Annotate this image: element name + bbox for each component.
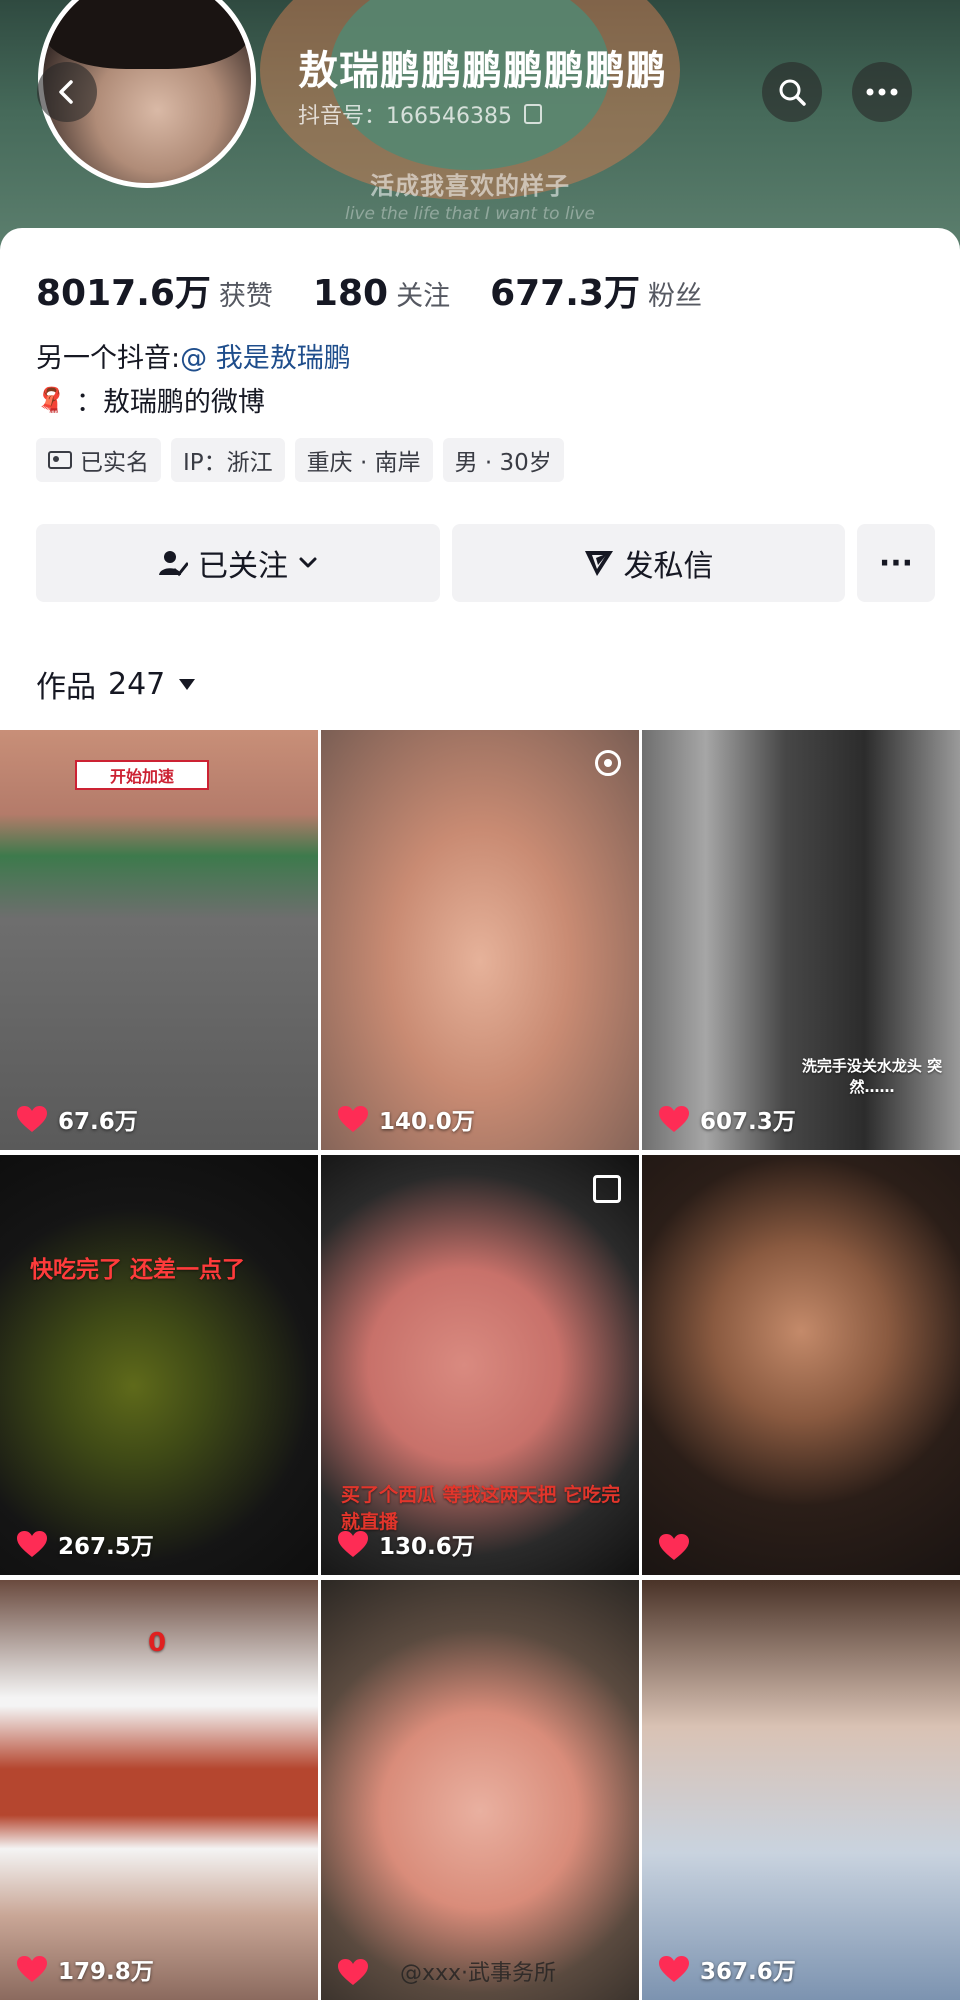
heart-icon bbox=[659, 1534, 689, 1560]
live-photo-icon bbox=[595, 750, 621, 776]
tag-ip: IP：浙江 bbox=[171, 438, 285, 482]
like-count: 67.6万 bbox=[16, 1102, 138, 1136]
stat-likes[interactable]: 8017.6万 获赞 bbox=[36, 264, 273, 316]
douyin-id-text: 抖音号：166546385 bbox=[298, 104, 512, 129]
video-thumbnail[interactable] bbox=[321, 1580, 639, 2000]
bio-line-2: 🧣 ：敖瑞鹏的微博 bbox=[36, 380, 265, 419]
stat-label: 获赞 bbox=[218, 281, 273, 312]
bio-prefix: 另一个抖音: bbox=[36, 343, 181, 374]
followed-label: 已关注 bbox=[198, 549, 288, 584]
scarf-icon: 🧣 bbox=[36, 385, 66, 414]
profile-cover: 活成我喜欢的样子 live the life that I want to li… bbox=[0, 0, 960, 250]
profile-tags: 已实名 IP：浙江 重庆 · 南岸 男 · 30岁 bbox=[36, 438, 564, 482]
chevron-down-icon bbox=[299, 557, 317, 568]
like-count: 367.6万 bbox=[658, 1952, 796, 1986]
id-card-icon bbox=[48, 451, 72, 469]
tag-label: 重庆 · 南岸 bbox=[306, 450, 421, 476]
like-value: 179.8万 bbox=[58, 1959, 154, 1985]
heart-icon bbox=[659, 1956, 689, 1982]
back-button[interactable] bbox=[37, 62, 97, 122]
message-label: 发私信 bbox=[623, 549, 714, 584]
video-thumbnail[interactable]: 0 179.8万 bbox=[0, 1580, 318, 2000]
stat-value: 677.3万 bbox=[490, 273, 640, 314]
heart-icon bbox=[17, 1106, 47, 1132]
video-overlay-text: 开始加速 bbox=[75, 760, 209, 790]
video-overlay-text: 买了个西瓜 等我这两天把 它吃完就直播 bbox=[341, 1484, 621, 1533]
like-count: 140.0万 bbox=[337, 1102, 475, 1136]
ellipsis-icon bbox=[866, 88, 898, 96]
video-overlay-text: 洗完手没关水龙头 突然…… bbox=[801, 1057, 943, 1096]
like-count: 267.5万 bbox=[16, 1527, 154, 1561]
stat-followers[interactable]: 677.3万 粉丝 bbox=[490, 264, 702, 316]
mention-link[interactable]: @ 我是敖瑞鹏 bbox=[180, 343, 351, 374]
bio-weibo-text: ：敖瑞鹏的微博 bbox=[75, 387, 265, 418]
tag-label: 已实名 bbox=[80, 450, 149, 476]
search-icon bbox=[779, 79, 806, 106]
copy-icon[interactable] bbox=[523, 104, 542, 124]
works-count: 247 bbox=[108, 666, 166, 702]
stat-label: 粉丝 bbox=[647, 281, 702, 312]
stat-label: 关注 bbox=[396, 281, 451, 312]
tag-label: 男 · 30岁 bbox=[454, 450, 552, 476]
send-icon bbox=[584, 551, 613, 576]
like-value: 67.6万 bbox=[58, 1109, 138, 1135]
works-label: 作品 bbox=[36, 670, 96, 705]
heart-icon bbox=[338, 1531, 368, 1557]
like-count: 607.3万 bbox=[658, 1102, 796, 1136]
like-value: 367.6万 bbox=[700, 1959, 796, 1985]
watermark: @xxx·武事务所 bbox=[400, 1961, 557, 1986]
caret-down-icon bbox=[179, 678, 196, 690]
search-button[interactable] bbox=[762, 62, 822, 122]
video-grid: 开始加速 67.6万 140.0万 洗完手没关水龙头 突然…… 607.3万 快… bbox=[0, 730, 960, 2000]
tag-label: IP：浙江 bbox=[183, 450, 273, 476]
bio-line-1: 另一个抖音:@ 我是敖瑞鹏 bbox=[36, 336, 351, 375]
ellipsis-icon: ··· bbox=[878, 545, 914, 581]
like-count: 179.8万 bbox=[16, 1952, 154, 1986]
video-thumbnail[interactable]: 买了个西瓜 等我这两天把 它吃完就直播 130.6万 bbox=[321, 1155, 639, 1575]
tag-gender-age: 男 · 30岁 bbox=[442, 438, 564, 482]
video-thumbnail[interactable]: 快吃完了 还差一点了 267.5万 bbox=[0, 1155, 318, 1575]
stat-value: 8017.6万 bbox=[36, 273, 211, 314]
like-value: 130.6万 bbox=[379, 1534, 475, 1560]
cover-caption: 活成我喜欢的样子 bbox=[370, 172, 570, 200]
chevron-left-icon bbox=[59, 80, 73, 104]
profile-actions: 已关注 发私信 ··· bbox=[36, 524, 935, 602]
more-options-button[interactable] bbox=[852, 62, 912, 122]
cover-caption-en: live the life that I want to live bbox=[345, 204, 595, 224]
heart-icon bbox=[659, 1106, 689, 1132]
avatar-hair bbox=[43, 0, 251, 69]
heart-icon bbox=[17, 1956, 47, 1982]
send-message-button[interactable]: 发私信 bbox=[452, 524, 845, 602]
video-thumbnail[interactable]: 367.6万 bbox=[642, 1580, 960, 2000]
user-check-icon bbox=[159, 551, 188, 577]
video-overlay-text: 快吃完了 还差一点了 bbox=[30, 1257, 246, 1283]
like-count bbox=[337, 1958, 379, 1986]
heart-icon bbox=[338, 1959, 368, 1985]
video-thumbnail[interactable]: 140.0万 bbox=[321, 730, 639, 1150]
username: 敖瑞鹏鹏鹏鹏鹏鹏鹏 bbox=[298, 48, 667, 94]
heart-icon bbox=[17, 1531, 47, 1557]
video-overlay-text: 0 bbox=[148, 1628, 167, 1658]
tag-location[interactable]: 重庆 · 南岸 bbox=[294, 438, 433, 482]
like-value: 140.0万 bbox=[379, 1109, 475, 1135]
douyin-id[interactable]: 抖音号：166546385 bbox=[298, 98, 542, 130]
video-thumbnail[interactable]: 开始加速 67.6万 bbox=[0, 730, 318, 1150]
like-count bbox=[658, 1533, 700, 1561]
action-more-button[interactable]: ··· bbox=[857, 524, 935, 602]
works-tab[interactable]: 作品 247 bbox=[36, 662, 196, 706]
video-thumbnail[interactable] bbox=[642, 1155, 960, 1575]
followed-button[interactable]: 已关注 bbox=[36, 524, 440, 602]
multi-image-icon bbox=[593, 1175, 621, 1203]
profile-stats: 8017.6万 获赞 180 关注 677.3万 粉丝 bbox=[36, 264, 742, 316]
stat-value: 180 bbox=[312, 273, 389, 314]
like-count: 130.6万 bbox=[337, 1527, 475, 1561]
like-value: 267.5万 bbox=[58, 1534, 154, 1560]
tag-verified: 已实名 bbox=[36, 438, 161, 482]
like-value: 607.3万 bbox=[700, 1109, 796, 1135]
stat-following[interactable]: 180 关注 bbox=[313, 273, 450, 314]
heart-icon bbox=[338, 1106, 368, 1132]
video-thumbnail[interactable]: 洗完手没关水龙头 突然…… 607.3万 bbox=[642, 730, 960, 1150]
